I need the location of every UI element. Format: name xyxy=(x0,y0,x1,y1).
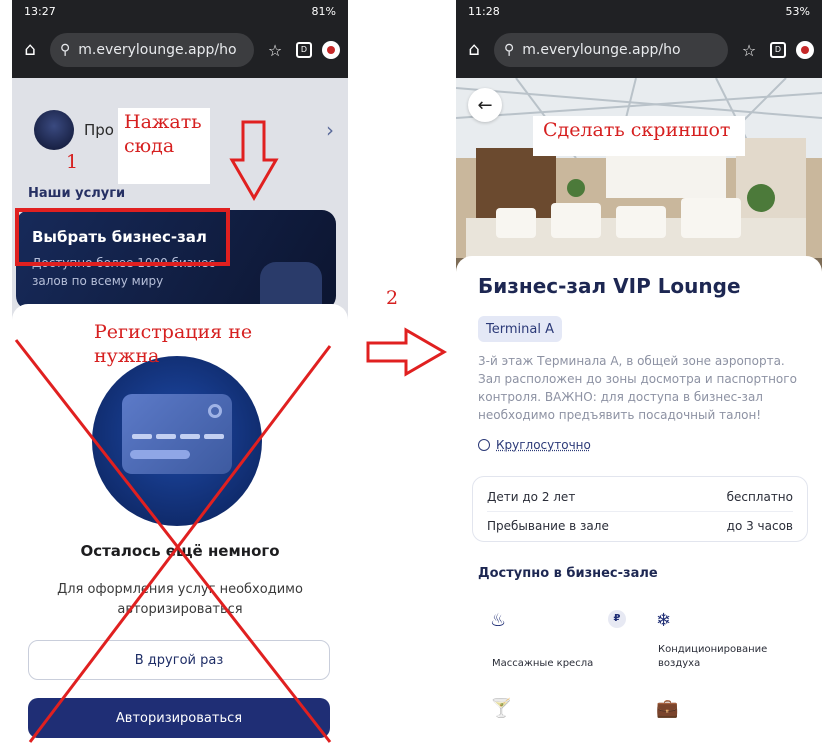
address-bar-right[interactable]: ⚲ m.everylounge.app/ho xyxy=(494,33,728,67)
info-label: Пребывание в зале xyxy=(487,518,609,533)
amenity-card[interactable]: 🍸 xyxy=(478,688,636,754)
right-phone-screenshot: 11:28 53% ⌂ ⚲ m.everylounge.app/ho ☆ D ←… xyxy=(456,0,822,754)
authorize-button[interactable]: Авторизироваться xyxy=(28,698,330,738)
browser-toolbar-right: ⌂ ⚲ m.everylounge.app/ho ☆ D xyxy=(456,22,822,78)
cocktail-icon: 🍸 xyxy=(490,698,513,719)
url-text-right: m.everylounge.app/ho xyxy=(522,42,681,58)
clock-icon xyxy=(478,439,490,451)
lounge-title: Бизнес-зал VIP Lounge xyxy=(478,274,741,298)
highlight-rectangle xyxy=(15,208,230,266)
later-button[interactable]: В другой раз xyxy=(28,640,330,680)
conditions-box: Дети до 2 лет бесплатно Пребывание в зал… xyxy=(472,476,808,542)
avatar xyxy=(34,110,74,150)
sheet-title: Осталось ещё немного xyxy=(80,542,280,560)
login-bottom-sheet: Осталось ещё немного Для оформления услу… xyxy=(12,304,348,754)
amenity-label: Кондиционирование воздуха xyxy=(658,644,768,669)
hours-text: Круглосуточно xyxy=(496,438,591,452)
massage-chair-icon: ♨ xyxy=(490,610,507,631)
bookmark-star-icon[interactable]: ☆ xyxy=(264,41,286,60)
profile-label: Про xyxy=(84,121,114,139)
status-time: 13:27 xyxy=(24,4,56,18)
step-1-label: 1 xyxy=(66,151,79,173)
services-heading: Наши услуги xyxy=(28,186,126,201)
terminal-badge: Terminal A xyxy=(478,316,562,342)
step-2-label: 2 xyxy=(386,287,399,309)
click-here-note: Нажать сюда xyxy=(118,108,210,184)
address-bar[interactable]: ⚲ m.everylounge.app/ho xyxy=(50,33,254,67)
status-time-right: 11:28 xyxy=(468,4,500,18)
lounge-details-panel: Бизнес-зал VIP Lounge Terminal A 3-й эта… xyxy=(456,256,822,754)
lounge-photo-illustration xyxy=(456,78,822,278)
paid-badge: ₽ xyxy=(608,610,626,628)
amenity-label: Массажные кресла xyxy=(492,657,594,669)
credit-card-icon xyxy=(122,394,232,474)
sheet-description: Для оформления услуг необходимо авторизи… xyxy=(57,582,303,618)
amenities-heading: Доступно в бизнес-зале xyxy=(478,566,658,581)
account-icon[interactable] xyxy=(322,41,340,59)
info-label: Дети до 2 лет xyxy=(487,490,576,504)
status-battery: 81% xyxy=(311,4,336,18)
card-illustration xyxy=(92,356,262,526)
site-settings-icon[interactable]: ⚲ xyxy=(60,42,70,58)
chevron-right-icon: › xyxy=(326,118,334,142)
lounge-photo xyxy=(456,78,822,278)
tabs-icon[interactable]: D xyxy=(770,42,786,58)
browser-toolbar: ⌂ ⚲ m.everylounge.app/ho ☆ D xyxy=(12,22,348,78)
lounge-description: 3-й этаж Терминала А, в общей зоне аэроп… xyxy=(478,354,797,422)
account-icon[interactable] xyxy=(796,41,814,59)
info-row: Пребывание в зале до 3 часов xyxy=(487,511,793,539)
amenity-card[interactable]: ❄ Кондиционирование воздуха xyxy=(644,600,802,680)
take-screenshot-note: Сделать скриншот xyxy=(533,116,745,156)
tabs-icon[interactable]: D xyxy=(296,42,312,58)
back-arrow-icon[interactable]: ← xyxy=(468,88,502,122)
briefcase-icon: 💼 xyxy=(656,698,679,719)
site-settings-icon[interactable]: ⚲ xyxy=(504,42,514,58)
amenity-card[interactable]: ♨ ₽ Массажные кресла xyxy=(478,600,636,680)
no-registration-note: Регистрация не нужна xyxy=(94,321,253,367)
right-arrow-annotation xyxy=(366,327,447,377)
status-battery-right: 53% xyxy=(785,4,810,18)
opening-hours[interactable]: Круглосуточно xyxy=(478,438,591,452)
info-row: Дети до 2 лет бесплатно xyxy=(487,483,793,511)
info-value: бесплатно xyxy=(726,490,793,504)
info-value: до 3 часов xyxy=(726,518,793,533)
status-bar-right: 11:28 53% xyxy=(456,0,822,22)
home-icon[interactable]: ⌂ xyxy=(20,40,40,60)
home-icon[interactable]: ⌂ xyxy=(464,40,484,60)
url-text: m.everylounge.app/ho xyxy=(78,42,237,58)
bookmark-star-icon[interactable]: ☆ xyxy=(738,41,760,60)
amenity-card[interactable]: 💼 xyxy=(644,688,802,754)
status-bar: 13:27 81% xyxy=(12,0,348,22)
snowflake-icon: ❄ xyxy=(656,610,672,631)
